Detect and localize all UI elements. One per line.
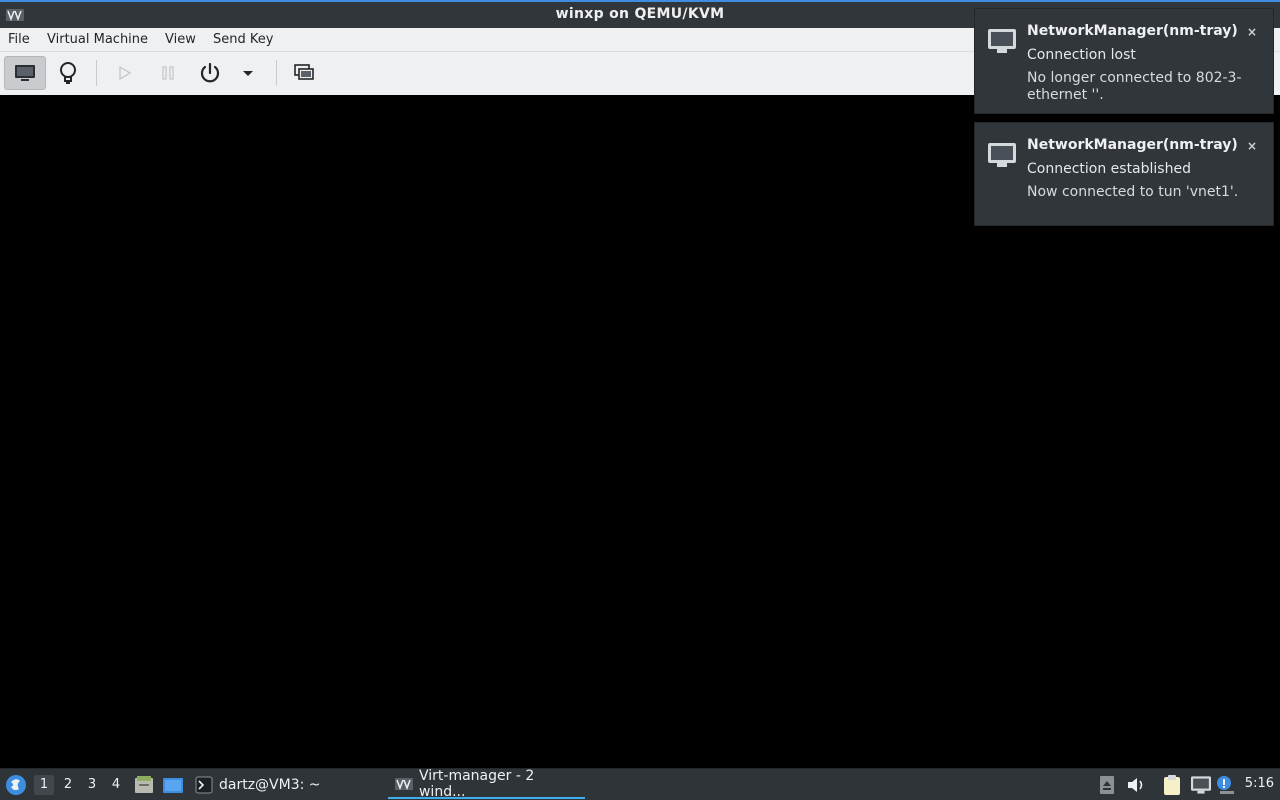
notification-connection-lost[interactable]: NetworkManager(nm-tray) Connection lost …: [974, 8, 1274, 114]
toolbar-separator: [276, 60, 277, 86]
taskbar: 1 2 3 4 dartz@VM3: ~ Virt-manager - 2 wi…: [0, 768, 1280, 800]
update-notifier-icon: [1217, 775, 1234, 794]
eject-icon: [1100, 775, 1114, 794]
show-console-button[interactable]: [4, 56, 46, 90]
toolbar-separator: [96, 60, 97, 86]
run-button[interactable]: [107, 56, 141, 90]
notification-subject: Connection lost: [1027, 47, 1136, 63]
shutdown-button[interactable]: [193, 56, 227, 90]
desktop-3-button[interactable]: 3: [82, 775, 102, 795]
show-desktop-icon: [163, 777, 183, 793]
notification-subject: Connection established: [1027, 161, 1191, 177]
task-label: Virt-manager - 2 wind...: [418, 768, 535, 800]
clipboard-icon: [1164, 774, 1180, 795]
shutdown-menu-button[interactable]: [233, 56, 263, 90]
chevron-down-icon: [243, 71, 253, 76]
fullscreen-icon: [294, 64, 314, 80]
tray-network[interactable]: [1190, 769, 1212, 800]
task-label: dartz@VM3: ~: [219, 777, 321, 793]
tray-update-notifier[interactable]: [1216, 769, 1236, 800]
desktop-2-button[interactable]: 2: [58, 775, 78, 795]
play-icon: [119, 65, 132, 81]
notification-body: Now connected to tun 'vnet1'.: [1027, 184, 1239, 200]
network-wired-icon: [988, 143, 1016, 167]
monitor-icon: [15, 65, 35, 81]
tray-eject[interactable]: [1098, 769, 1116, 800]
show-details-button[interactable]: [51, 56, 85, 90]
notification-connection-established[interactable]: NetworkManager(nm-tray) Connection estab…: [974, 122, 1274, 226]
desktop-1-button[interactable]: 1: [34, 775, 54, 795]
tray-clipboard[interactable]: [1162, 769, 1182, 800]
power-icon: [200, 62, 220, 83]
pause-button[interactable]: [151, 56, 185, 90]
virt-manager-icon: [394, 778, 413, 790]
network-wired-icon: [1191, 775, 1211, 794]
notification-close-button[interactable]: ×: [1247, 139, 1257, 153]
volume-icon: [1128, 777, 1143, 792]
taskbar-clock[interactable]: 5:16: [1245, 776, 1274, 791]
file-manager-launcher[interactable]: [134, 769, 154, 800]
task-virt-manager[interactable]: Virt-manager - 2 wind...: [388, 768, 585, 800]
show-desktop-launcher[interactable]: [162, 769, 184, 800]
menu-virtual-machine[interactable]: Virtual Machine: [47, 32, 148, 47]
network-wired-icon: [988, 29, 1016, 53]
pause-icon: [162, 66, 174, 80]
menu-view[interactable]: View: [165, 32, 196, 47]
notification-title: NetworkManager(nm-tray): [1027, 23, 1238, 39]
menu-send-key[interactable]: Send Key: [213, 32, 273, 47]
notification-title: NetworkManager(nm-tray): [1027, 137, 1238, 153]
lightbulb-icon: [60, 62, 76, 84]
start-menu-button[interactable]: [5, 769, 27, 800]
tray-volume[interactable]: [1126, 769, 1146, 800]
lxqt-start-icon: [6, 774, 26, 795]
notification-body: No longer connected to 802-3-ethernet ''…: [1027, 70, 1242, 103]
file-manager-icon: [135, 775, 153, 793]
terminal-icon: [195, 776, 213, 794]
notification-close-button[interactable]: ×: [1247, 25, 1257, 39]
task-terminal[interactable]: dartz@VM3: ~: [189, 771, 379, 799]
fullscreen-button[interactable]: [287, 56, 321, 90]
desktop-4-button[interactable]: 4: [106, 775, 126, 795]
menu-file[interactable]: File: [8, 32, 30, 47]
